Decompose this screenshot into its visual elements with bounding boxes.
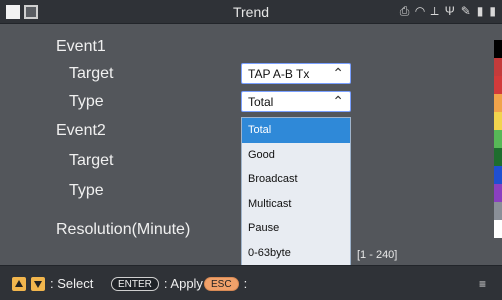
sdcard-icon: ▮ [476, 4, 484, 18]
tool-icon: ✎ [460, 4, 471, 18]
arrow-up-key-icon [12, 276, 26, 291]
type-dropdown-menu[interactable]: Total Good Broadcast Multicast Pause 0-6… [241, 117, 351, 275]
event1-type-label: Type [69, 93, 104, 110]
event2-type-label: Type [69, 182, 104, 199]
color-swatch [494, 220, 502, 238]
event2-heading: Event2 [56, 122, 106, 139]
select-hint: : Select [12, 276, 93, 291]
color-swatch [494, 130, 502, 148]
color-strip [494, 40, 502, 238]
event1-type-value: Total [248, 95, 274, 109]
battery-icon: ▮ [489, 4, 496, 18]
arrow-down-key-icon [31, 276, 45, 291]
esc-key-badge: ESC [204, 276, 239, 291]
select-hint-text: : Select [50, 276, 94, 291]
event1-target-value: TAP A-B Tx [248, 67, 310, 81]
event1-target-select[interactable]: TAP A-B Tx ⌃ [241, 63, 351, 84]
color-swatch [494, 202, 502, 220]
usb-icon: Ψ [444, 4, 455, 18]
dropdown-option[interactable]: Multicast [242, 192, 350, 217]
dropdown-option[interactable]: Broadcast [242, 167, 350, 192]
color-swatch [494, 58, 502, 76]
event1-type-select[interactable]: Total ⌃ [241, 91, 351, 112]
color-swatch [494, 40, 502, 58]
enter-key-badge: ENTER [111, 276, 159, 291]
printer-icon: ⎙ [399, 4, 410, 18]
status-icons: ⎙ ◜◝ ⟂ Ψ ✎ ▮ ▮ [400, 4, 496, 19]
event2-target-label: Target [69, 152, 114, 169]
footer-hints: : Select ENTER : Apply ESC : ≡ [0, 265, 502, 300]
esc-hint-text: : [243, 276, 248, 291]
color-swatch [494, 112, 502, 130]
color-swatch [494, 184, 502, 202]
dropdown-option[interactable]: Total [242, 118, 350, 143]
top-status-bar: Trend ⎙ ◜◝ ⟂ Ψ ✎ ▮ ▮ [0, 0, 502, 24]
color-swatch [494, 148, 502, 166]
apply-hint: ENTER : Apply [111, 276, 203, 291]
event1-heading: Event1 [56, 38, 106, 55]
apply-hint-text: : Apply [163, 276, 203, 291]
network-icon: ⟂ [430, 4, 439, 18]
wifi-icon: ◜◝ [415, 4, 425, 18]
color-swatch [494, 166, 502, 184]
color-swatch [494, 94, 502, 112]
color-swatch [494, 76, 502, 94]
event1-target-label: Target [69, 65, 114, 82]
resolution-label: Resolution(Minute) [56, 221, 191, 238]
dropdown-option[interactable]: Good [242, 143, 350, 168]
chevron-updown-icon: ⌃ [332, 93, 344, 109]
dropdown-option[interactable]: Pause [242, 216, 350, 241]
dropdown-option[interactable]: 0-63byte [242, 241, 350, 266]
esc-hint: ESC : [204, 276, 247, 291]
resolution-range: [1 - 240] [357, 249, 398, 261]
chevron-updown-icon: ⌃ [332, 65, 344, 81]
menu-lines-icon[interactable]: ≡ [479, 277, 486, 291]
